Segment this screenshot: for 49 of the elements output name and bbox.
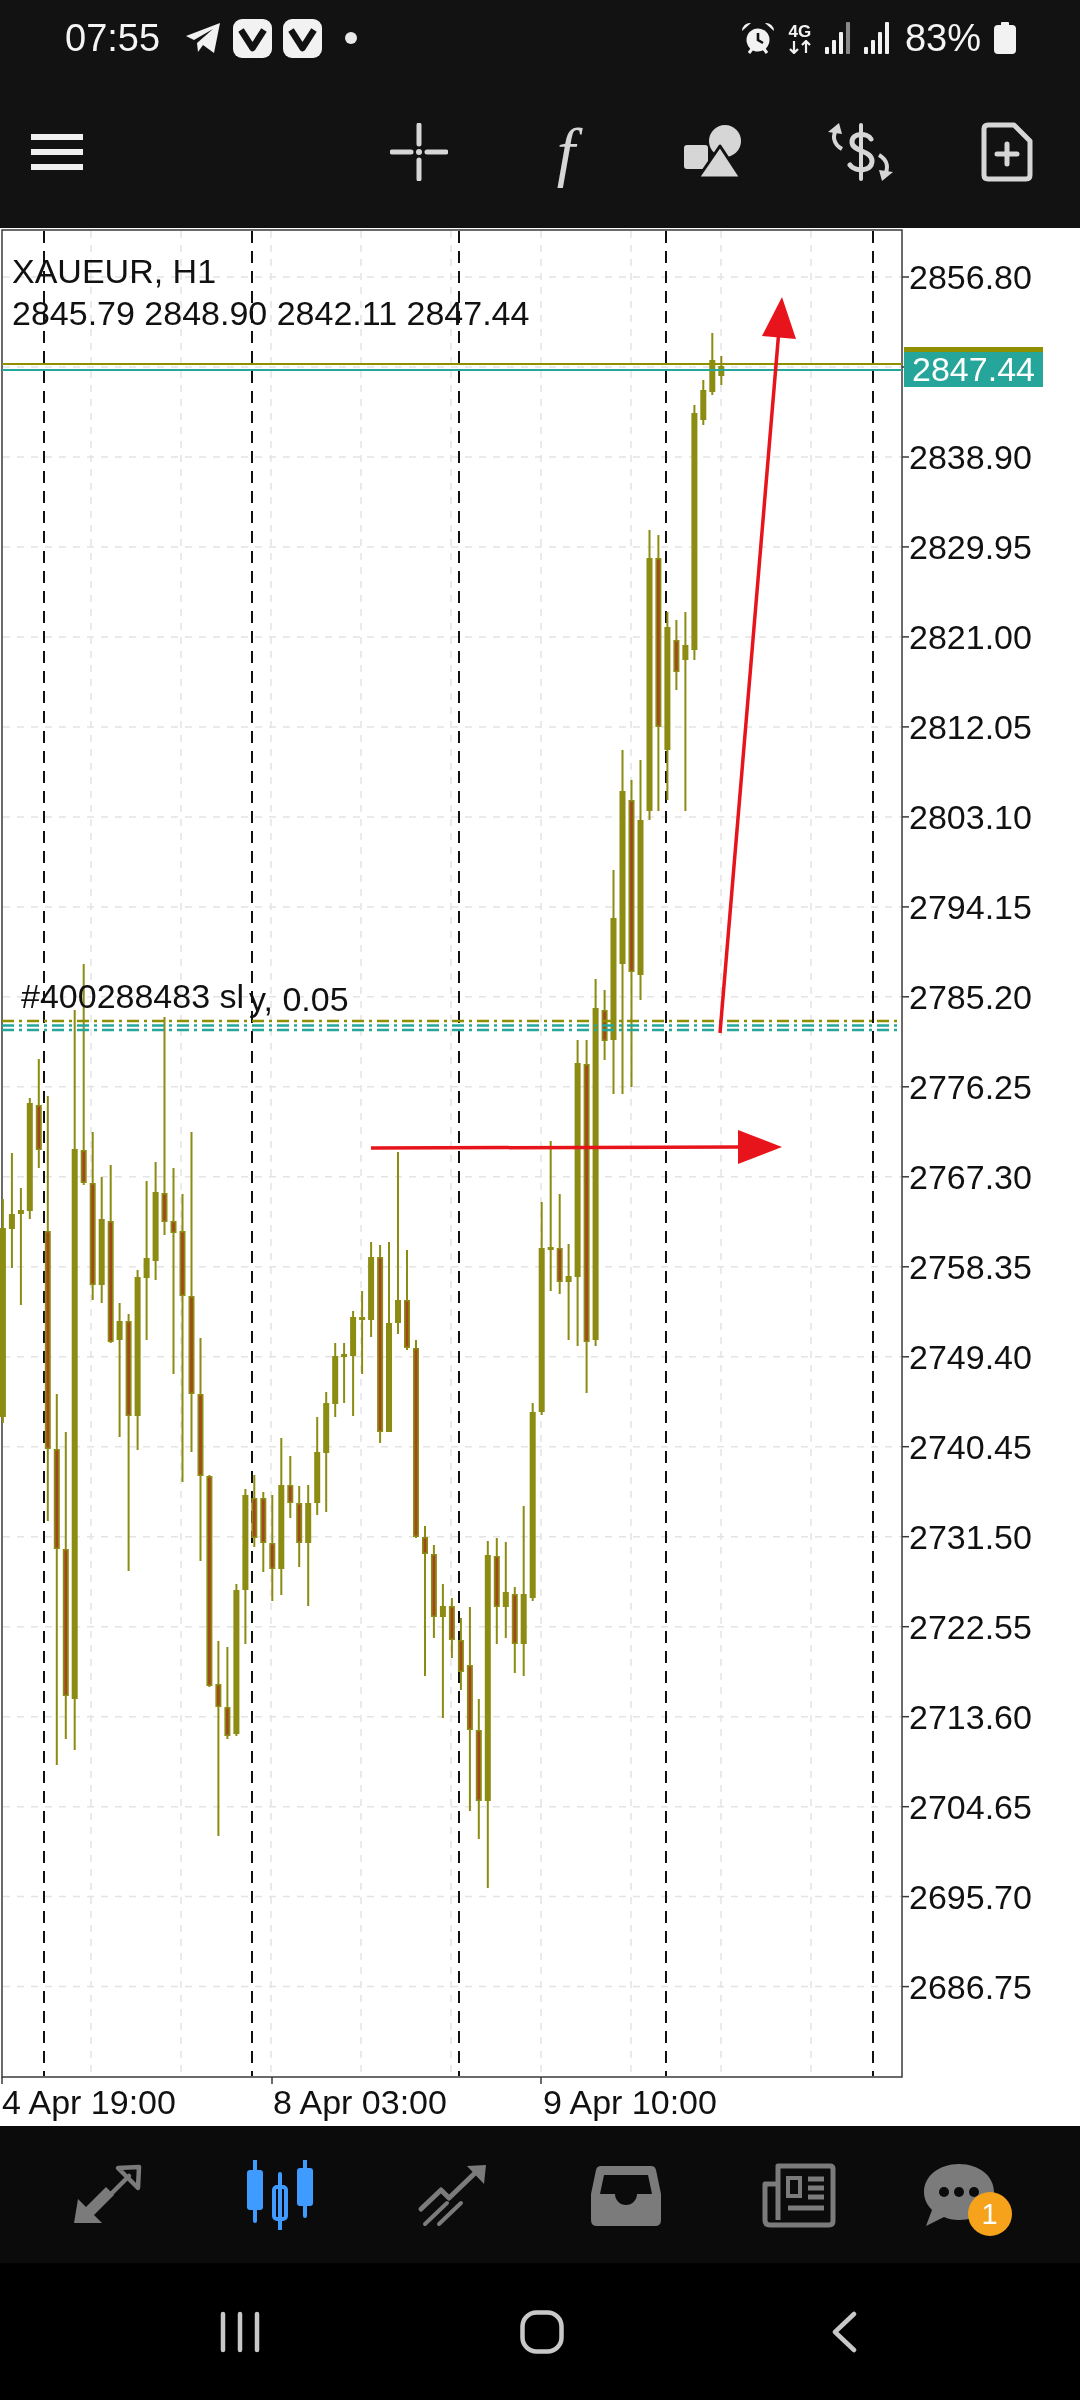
function-button[interactable]: f <box>526 112 606 192</box>
price-axis-label: 2758.35 <box>909 1247 1032 1287</box>
shapes-icon <box>684 125 742 179</box>
inbox-tray-icon <box>590 2163 661 2226</box>
battery-icon <box>994 22 1016 54</box>
time-axis-label: 4 Apr 19:00 <box>2 2082 176 2122</box>
data-arrows-icon <box>787 39 812 54</box>
price-axis-label: 2829.95 <box>909 527 1032 567</box>
time-axis-label: 9 Apr 10:00 <box>543 2082 717 2122</box>
app-icon <box>233 18 273 58</box>
alarm-clock-icon <box>740 22 775 54</box>
price-axis-label: 2713.60 <box>909 1697 1032 1737</box>
signal-bars-icon <box>863 22 890 54</box>
ohlc-values: 2845.79 2848.90 2842.11 2847.44 <box>12 293 530 333</box>
price-axis-label: 2767.30 <box>909 1157 1032 1197</box>
price-axis-label: 2749.40 <box>909 1337 1032 1377</box>
battery-percentage: 83% <box>904 16 981 60</box>
newspaper-icon <box>761 2161 836 2228</box>
notification-dot-icon <box>345 32 358 44</box>
trend-line-icon <box>416 2162 489 2227</box>
network-type-label: 4G <box>788 22 812 40</box>
recents-icon <box>219 2310 261 2353</box>
price-axis-label: 2722.55 <box>909 1607 1032 1647</box>
price-axis-label: 2856.80 <box>909 257 1032 297</box>
app-icon <box>283 18 323 58</box>
price-axis-label: 2695.70 <box>909 1877 1032 1917</box>
price-axis-label: 2838.90 <box>909 437 1032 477</box>
price-axis-label: 2803.10 <box>909 797 1032 837</box>
back-icon <box>831 2310 857 2353</box>
current-price-tag: 2847.44 <box>904 347 1043 387</box>
document-plus-icon <box>981 122 1033 182</box>
price-axis-label: 2740.45 <box>909 1427 1032 1467</box>
notification-badge: 1 <box>967 2191 1012 2236</box>
crosshair-icon <box>390 123 448 181</box>
signal-bars-icon <box>824 22 851 54</box>
price-axis-label: 2794.15 <box>909 887 1032 927</box>
price-axis-label: 2785.20 <box>909 977 1032 1017</box>
home-icon <box>520 2309 564 2354</box>
price-axis-label: 2821.00 <box>909 617 1032 657</box>
price-axis-label: 2812.05 <box>909 707 1032 747</box>
paper-plane-icon <box>185 22 223 54</box>
menu-icon <box>31 134 83 170</box>
price-axis-label: 2776.25 <box>909 1067 1032 1107</box>
price-axis-label: 2704.65 <box>909 1787 1032 1827</box>
price-axis-label: 2731.50 <box>909 1517 1032 1557</box>
time-axis-label: 8 Apr 03:00 <box>273 2082 447 2122</box>
symbol-timeframe: XAUEUR, H1 <box>12 251 217 291</box>
clock-time: 07:55 <box>65 16 161 60</box>
price-axis-label: 2686.75 <box>909 1967 1032 2007</box>
